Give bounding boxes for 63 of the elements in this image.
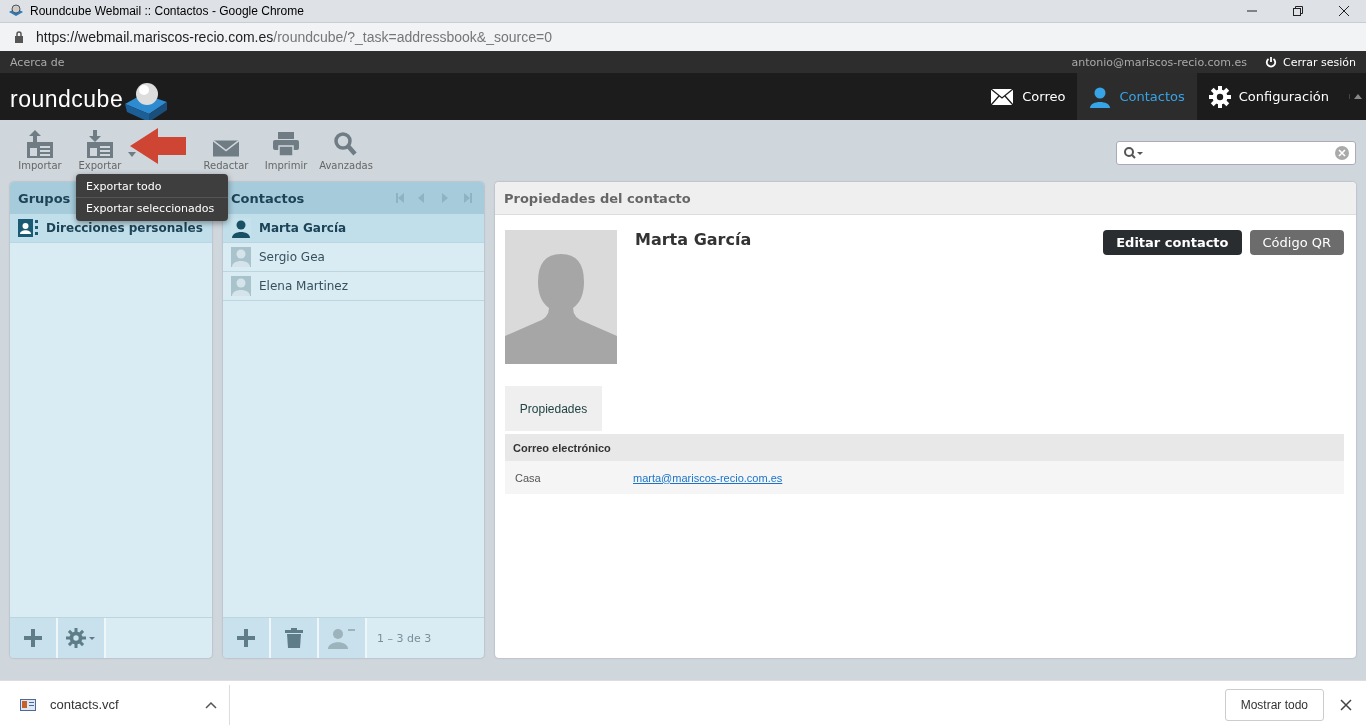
edit-contact-button[interactable]: Editar contacto bbox=[1103, 230, 1242, 255]
collapse-caret-icon[interactable] bbox=[1349, 94, 1362, 99]
contact-row[interactable]: Marta García bbox=[223, 214, 484, 243]
delete-button[interactable] bbox=[271, 618, 319, 658]
search-button[interactable]: Avanzadas bbox=[316, 130, 376, 171]
contacts-tab[interactable]: Contactos bbox=[1077, 73, 1197, 120]
section-heading: Correo electrónico bbox=[513, 441, 611, 454]
contact-row[interactable]: Elena Martinez bbox=[223, 272, 484, 301]
window-title: Roundcube Webmail :: Contactos - Google Chrome bbox=[30, 4, 304, 18]
envelope-icon bbox=[990, 87, 1015, 106]
settings-tab[interactable]: Configuración bbox=[1196, 73, 1341, 120]
add-contact-button[interactable] bbox=[223, 618, 271, 658]
power-icon bbox=[1264, 56, 1277, 68]
envelope-icon bbox=[213, 140, 239, 157]
browser-logo-icon bbox=[8, 3, 24, 19]
address-book-icon bbox=[18, 219, 38, 237]
logo-text: roundcube bbox=[10, 86, 124, 113]
compose-button[interactable]: Redactar bbox=[196, 130, 256, 171]
lock-icon bbox=[14, 31, 24, 43]
export-button[interactable]: Exportar bbox=[70, 130, 138, 171]
email-link[interactable]: marta@mariscos-recio.com.es bbox=[633, 471, 783, 484]
show-all-button[interactable]: Mostrar todo bbox=[1224, 688, 1324, 721]
upload-card-icon bbox=[25, 130, 55, 158]
avatar-icon bbox=[231, 218, 251, 238]
search-icon[interactable] bbox=[1123, 146, 1143, 160]
person-minus-icon bbox=[328, 627, 356, 649]
close-icon[interactable] bbox=[1338, 5, 1350, 17]
print-button[interactable]: Imprimir bbox=[256, 130, 316, 171]
contact-count: 1 – 3 de 3 bbox=[377, 631, 432, 645]
menu-item[interactable]: Exportar todo bbox=[76, 176, 228, 198]
clear-icon[interactable] bbox=[1335, 146, 1349, 160]
printer-icon bbox=[271, 130, 301, 158]
settings-icon bbox=[66, 628, 96, 648]
details-heading: Propiedades del contacto bbox=[504, 190, 691, 206]
close-icon[interactable] bbox=[1340, 698, 1352, 711]
add-group-button[interactable] bbox=[10, 618, 58, 658]
group-settings-button[interactable] bbox=[58, 618, 106, 658]
logout-link[interactable]: Cerrar sesión bbox=[1282, 55, 1356, 69]
about-link[interactable]: Acerca de bbox=[10, 55, 65, 69]
search-field[interactable] bbox=[1116, 141, 1356, 165]
groups-heading: Grupos bbox=[18, 190, 71, 206]
avatar-icon bbox=[231, 247, 251, 267]
field-label: Casa bbox=[515, 471, 542, 484]
chevron-up-icon[interactable] bbox=[205, 700, 217, 709]
properties-tab[interactable]: Propiedades bbox=[505, 386, 602, 431]
restore-icon[interactable] bbox=[1292, 5, 1304, 17]
contact-row[interactable]: Sergio Gea bbox=[223, 243, 484, 272]
pointer-arrow bbox=[130, 128, 186, 164]
contact-name: Marta García bbox=[635, 230, 752, 249]
person-icon bbox=[1089, 85, 1112, 108]
download-filename[interactable]: contacts.vcf bbox=[50, 697, 119, 712]
import-button[interactable]: Importar bbox=[10, 130, 70, 171]
vcard-file-icon bbox=[20, 698, 36, 711]
plus-icon bbox=[24, 629, 42, 647]
caret-icon bbox=[128, 152, 136, 157]
qr-code-button[interactable]: Código QR bbox=[1249, 230, 1344, 255]
plus-icon bbox=[237, 629, 255, 647]
trash-icon bbox=[285, 628, 303, 648]
contacts-heading: Contactos bbox=[231, 190, 305, 206]
mail-tab[interactable]: Correo bbox=[978, 73, 1078, 120]
avatar-icon bbox=[231, 276, 251, 296]
download-card-icon bbox=[85, 130, 115, 158]
user-email: antonio@mariscos-recio.com.es bbox=[1071, 55, 1247, 69]
